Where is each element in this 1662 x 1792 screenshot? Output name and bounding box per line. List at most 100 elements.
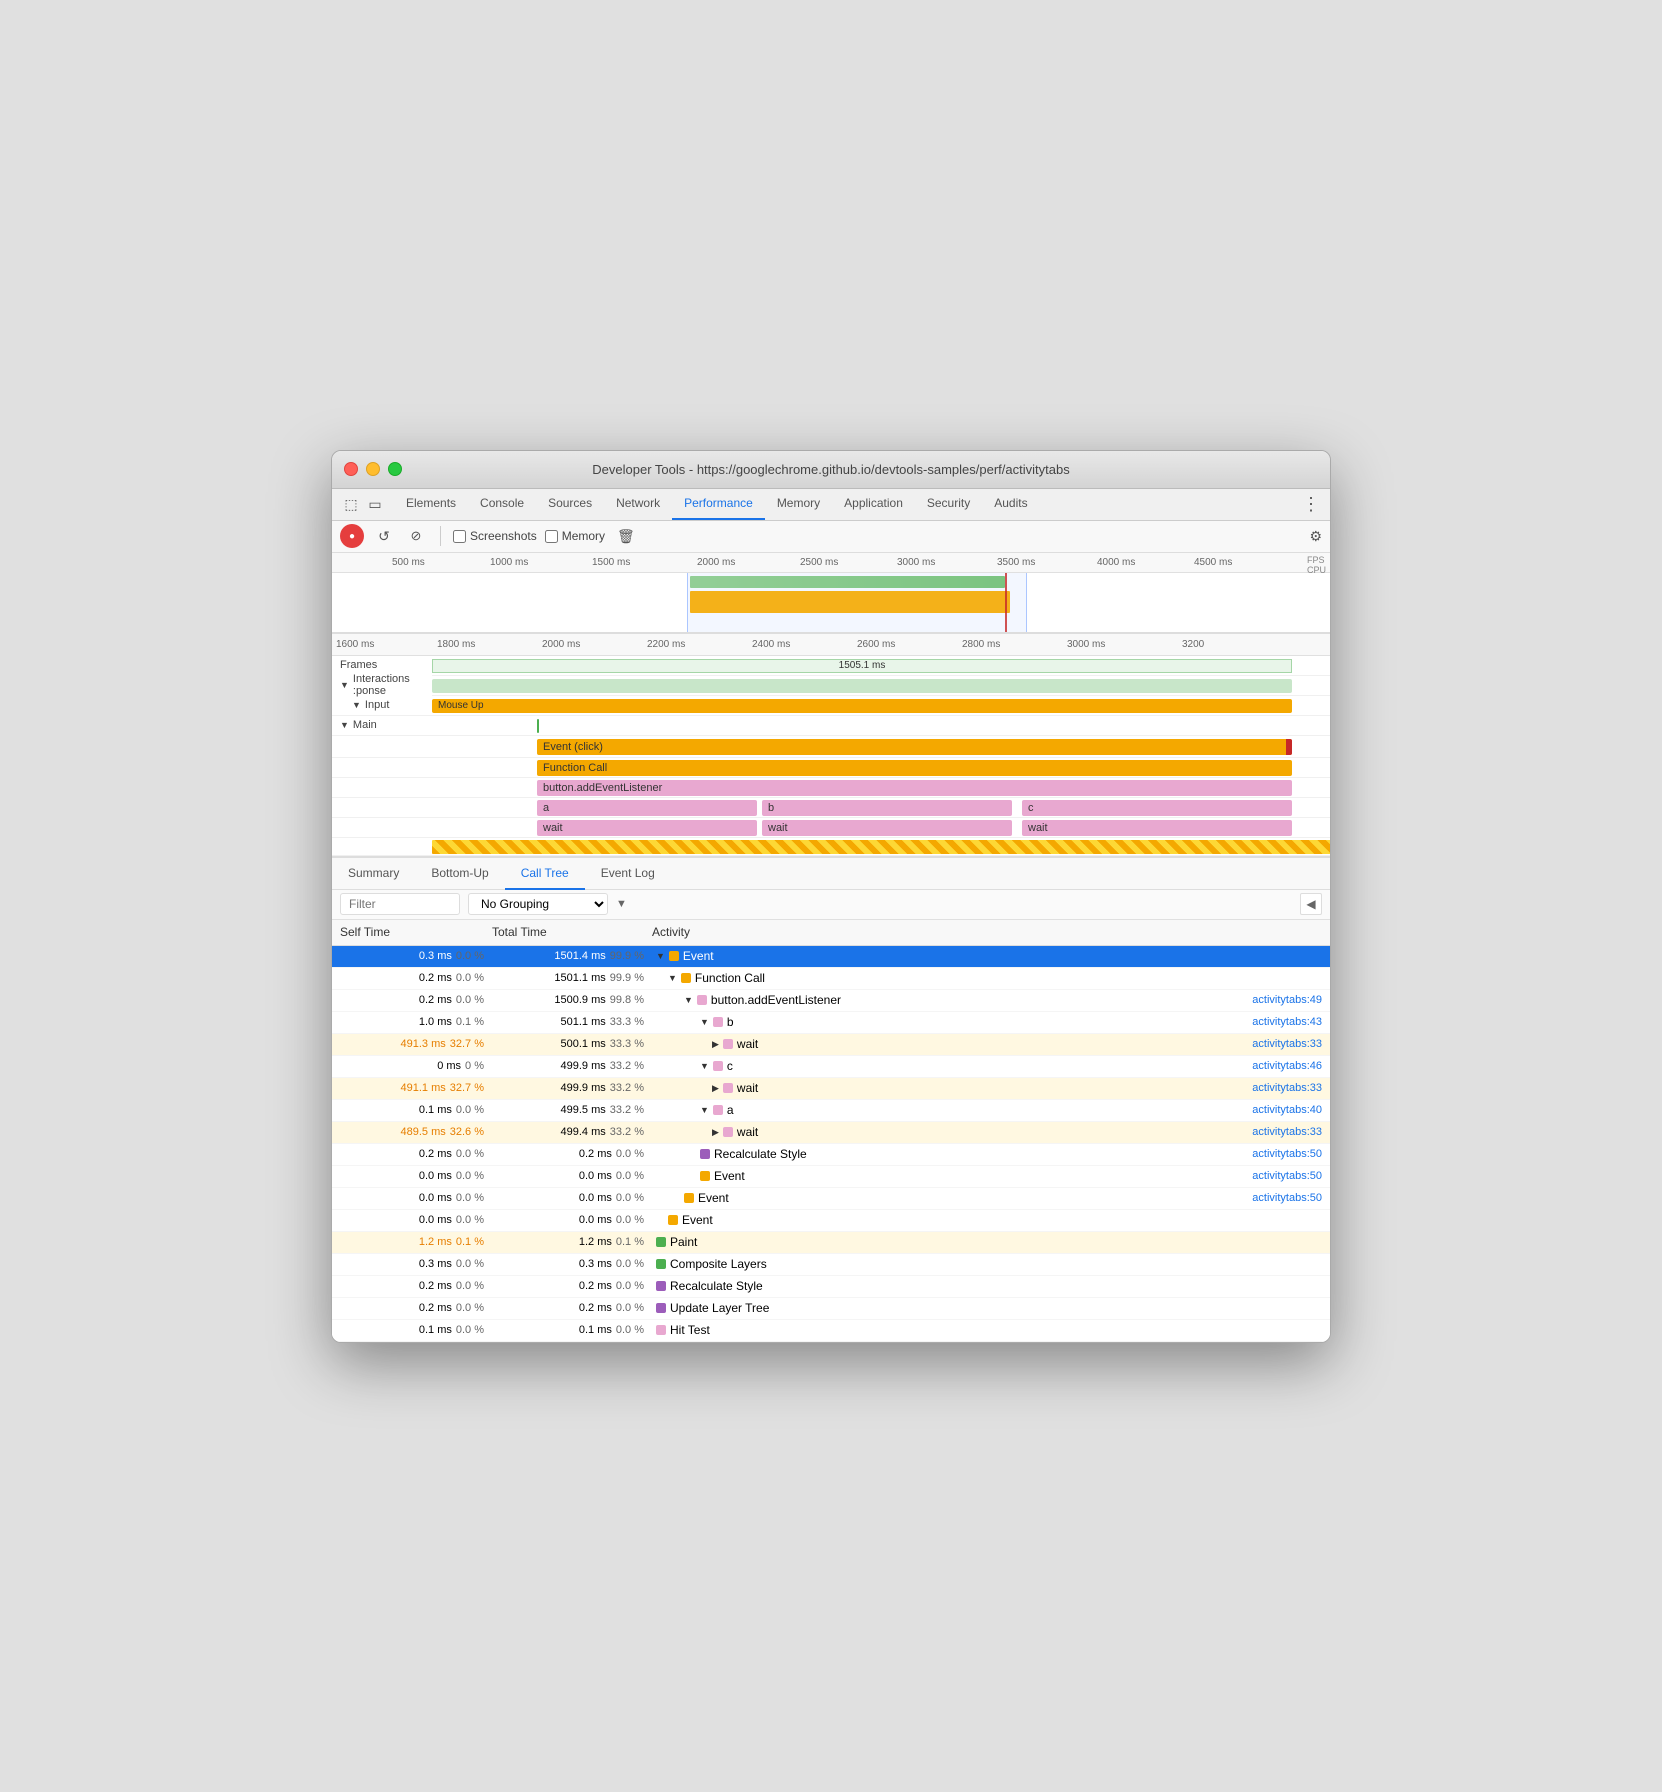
- tab-network[interactable]: Network: [604, 488, 672, 520]
- subtab-summary[interactable]: Summary: [332, 858, 415, 890]
- table-row[interactable]: 0.0 ms 0.0 % 0.0 ms 0.0 % Event: [332, 1210, 1330, 1232]
- expand-icon-2: ▼: [684, 995, 693, 1005]
- reload-button[interactable]: ↺: [372, 524, 396, 548]
- cell-activity-17: Hit Test: [652, 1323, 1330, 1337]
- tab-elements[interactable]: Elements: [394, 488, 468, 520]
- activity-color-15: [656, 1281, 666, 1291]
- table-row[interactable]: 491.1 ms 32.7 % 499.9 ms 33.2 % ▶ wait a…: [332, 1078, 1330, 1100]
- table-row[interactable]: 0.0 ms 0.0 % 0.0 ms 0.0 % Event activity…: [332, 1188, 1330, 1210]
- link-4[interactable]: activitytabs:33: [1252, 1038, 1330, 1050]
- function-call-content: Function Call: [432, 758, 1330, 777]
- tab-application[interactable]: Application: [832, 488, 915, 520]
- selftime-pct-14: 0.0 %: [456, 1258, 484, 1270]
- link-10[interactable]: activitytabs:50: [1252, 1170, 1330, 1182]
- selftime-ms-1: 0.2 ms: [419, 972, 452, 984]
- table-row[interactable]: 0.2 ms 0.0 % 1500.9 ms 99.8 % ▼ button.a…: [332, 990, 1330, 1012]
- table-row[interactable]: 0.0 ms 0.0 % 0.0 ms 0.0 % Event activity…: [332, 1166, 1330, 1188]
- link-8[interactable]: activitytabs:33: [1252, 1126, 1330, 1138]
- tab-audits[interactable]: Audits: [982, 488, 1039, 520]
- link-3[interactable]: activitytabs:43: [1252, 1016, 1330, 1028]
- dmark-2200: 2200 ms: [647, 639, 685, 650]
- more-tabs-icon[interactable]: ⋮: [1300, 493, 1322, 515]
- collapse-button[interactable]: ◀: [1300, 893, 1322, 915]
- cell-totaltime-9: 0.2 ms 0.0 %: [492, 1148, 652, 1160]
- tab-sources[interactable]: Sources: [536, 488, 604, 520]
- table-row[interactable]: 0.2 ms 0.0 % 1501.1 ms 99.9 % ▼ Function…: [332, 968, 1330, 990]
- tab-security[interactable]: Security: [915, 488, 982, 520]
- totaltime-ms-2: 1500.9 ms: [554, 994, 605, 1006]
- totaltime-pct-10: 0.0 %: [616, 1170, 644, 1182]
- table-row[interactable]: 0.2 ms 0.0 % 0.2 ms 0.0 % Recalculate St…: [332, 1276, 1330, 1298]
- link-9[interactable]: activitytabs:50: [1252, 1148, 1330, 1160]
- tab-memory[interactable]: Memory: [765, 488, 832, 520]
- trash-button[interactable]: 🗑: [617, 528, 635, 545]
- totaltime-ms-16: 0.2 ms: [579, 1302, 612, 1314]
- cell-activity-2: ▼ button.addEventListener activitytabs:4…: [652, 993, 1330, 1007]
- table-row[interactable]: 0.3 ms 0.0 % 0.3 ms 0.0 % Composite Laye…: [332, 1254, 1330, 1276]
- cell-totaltime-6: 499.9 ms 33.2 %: [492, 1082, 652, 1094]
- link-11[interactable]: activitytabs:50: [1252, 1192, 1330, 1204]
- bottom-yellow-content: [432, 838, 1330, 855]
- link-5[interactable]: activitytabs:46: [1252, 1060, 1330, 1072]
- record-button[interactable]: ●: [340, 524, 364, 548]
- tab-console[interactable]: Console: [468, 488, 536, 520]
- memory-checkbox[interactable]: [545, 530, 558, 543]
- cell-selftime-16: 0.2 ms 0.0 %: [332, 1302, 492, 1314]
- input-content: Mouse Up: [432, 696, 1330, 715]
- table-row[interactable]: 1.2 ms 0.1 % 1.2 ms 0.1 % Paint: [332, 1232, 1330, 1254]
- selftime-pct-10: 0.0 %: [456, 1170, 484, 1182]
- activity-label-13: Paint: [670, 1235, 697, 1249]
- subtab-calltree[interactable]: Call Tree: [505, 858, 585, 890]
- expand-icon-3: ▼: [700, 1017, 709, 1027]
- performance-timeline: 500 ms 1000 ms 1500 ms 2000 ms 2500 ms 3…: [332, 553, 1330, 634]
- table-row[interactable]: 489.5 ms 32.6 % 499.4 ms 33.2 % ▶ wait a…: [332, 1122, 1330, 1144]
- link-7[interactable]: activitytabs:40: [1252, 1104, 1330, 1116]
- abc-row: a b c: [332, 798, 1330, 818]
- totaltime-pct-17: 0.0 %: [616, 1324, 644, 1336]
- cell-activity-0: ▼ Event: [652, 949, 1330, 963]
- minimize-button[interactable]: [366, 462, 380, 476]
- table-row[interactable]: 0.2 ms 0.0 % 0.2 ms 0.0 % Recalculate St…: [332, 1144, 1330, 1166]
- activity-label-10: Event: [714, 1169, 745, 1183]
- activity-label-0: Event: [683, 949, 714, 963]
- activity-color-13: [656, 1237, 666, 1247]
- tab-performance[interactable]: Performance: [672, 488, 765, 520]
- header-activity: Activity: [652, 925, 1330, 939]
- grouping-select[interactable]: No Grouping Group by Activity Group by C…: [468, 893, 608, 915]
- activity-label-14: Composite Layers: [670, 1257, 767, 1271]
- clear-button[interactable]: ⊘: [404, 524, 428, 548]
- activity-label-6: wait: [737, 1081, 758, 1095]
- interactions-bar: [432, 679, 1292, 693]
- b-bar: b: [762, 800, 1012, 816]
- totaltime-pct-16: 0.0 %: [616, 1302, 644, 1314]
- subtab-bottomup[interactable]: Bottom-Up: [415, 858, 504, 890]
- inspect-icon[interactable]: ⬚: [340, 493, 362, 515]
- table-row[interactable]: 0 ms 0 % 499.9 ms 33.2 % ▼ c activitytab…: [332, 1056, 1330, 1078]
- overview-area[interactable]: [332, 573, 1330, 633]
- link-6[interactable]: activitytabs:33: [1252, 1082, 1330, 1094]
- filter-input[interactable]: [340, 893, 460, 915]
- screenshots-checkbox-label[interactable]: Screenshots: [453, 529, 537, 543]
- totaltime-pct-12: 0.0 %: [616, 1214, 644, 1226]
- device-icon[interactable]: ▭: [364, 493, 386, 515]
- table-row[interactable]: 1.0 ms 0.1 % 501.1 ms 33.3 % ▼ b activit…: [332, 1012, 1330, 1034]
- table-row[interactable]: 0.3 ms 0.0 % 1501.4 ms 99.9 % ▼ Event: [332, 946, 1330, 968]
- grouping-arrow: ▼: [616, 898, 627, 910]
- cell-selftime-9: 0.2 ms 0.0 %: [332, 1148, 492, 1160]
- table-row[interactable]: 0.1 ms 0.0 % 0.1 ms 0.0 % Hit Test: [332, 1320, 1330, 1342]
- maximize-button[interactable]: [388, 462, 402, 476]
- selftime-pct-3: 0.1 %: [456, 1016, 484, 1028]
- table-row[interactable]: 491.3 ms 32.7 % 500.1 ms 33.3 % ▶ wait a…: [332, 1034, 1330, 1056]
- settings-button[interactable]: ⚙: [1309, 528, 1322, 545]
- close-button[interactable]: [344, 462, 358, 476]
- table-row[interactable]: 0.1 ms 0.0 % 499.5 ms 33.2 % ▼ a activit…: [332, 1100, 1330, 1122]
- dmark-3200: 3200: [1182, 639, 1204, 650]
- table-row[interactable]: 0.2 ms 0.0 % 0.2 ms 0.0 % Update Layer T…: [332, 1298, 1330, 1320]
- link-2[interactable]: activitytabs:49: [1252, 994, 1330, 1006]
- cell-totaltime-3: 501.1 ms 33.3 %: [492, 1016, 652, 1028]
- subtab-eventlog[interactable]: Event Log: [585, 858, 671, 890]
- screenshots-checkbox[interactable]: [453, 530, 466, 543]
- activity-color-17: [656, 1325, 666, 1335]
- expand-icon-7: ▼: [700, 1105, 709, 1115]
- memory-checkbox-label[interactable]: Memory: [545, 529, 605, 543]
